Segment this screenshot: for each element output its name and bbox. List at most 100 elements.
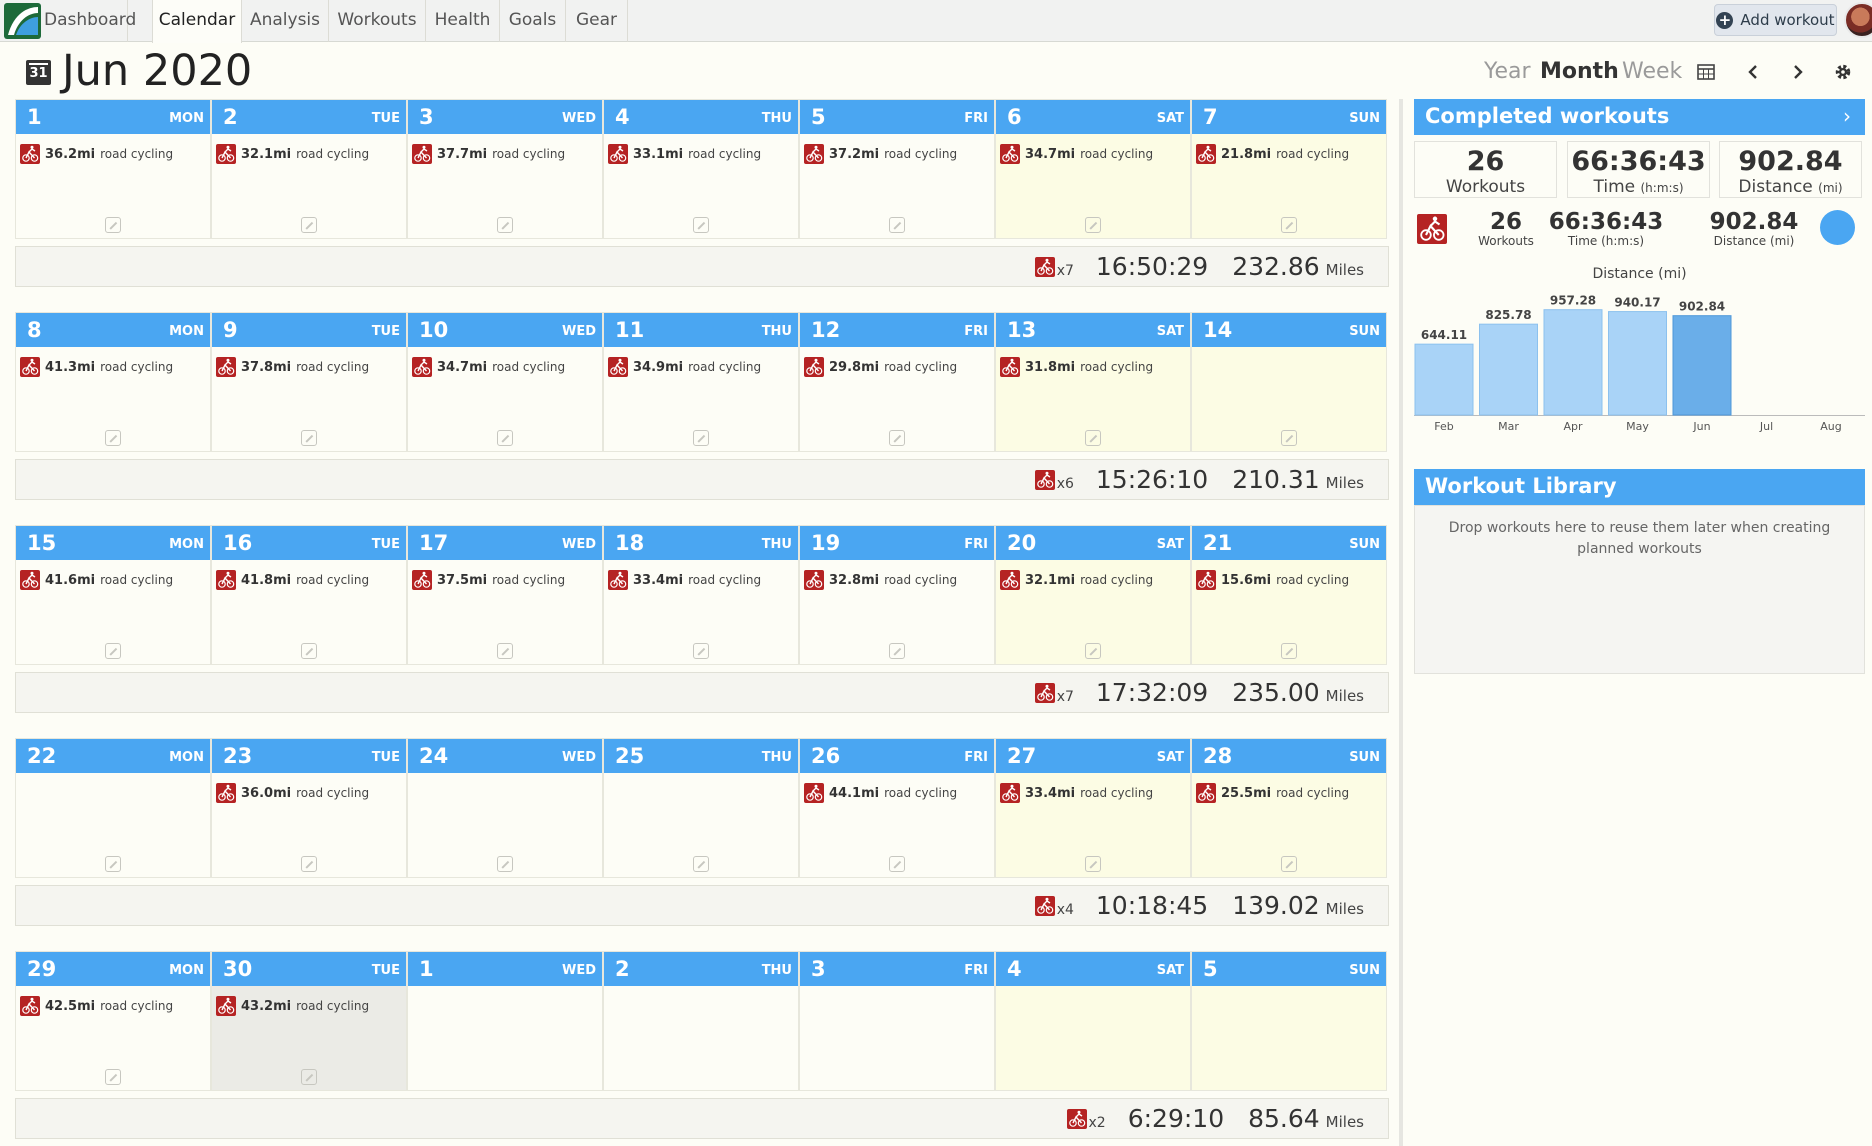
settings-button[interactable] — [1829, 58, 1857, 86]
day-number[interactable]: 10 — [419, 318, 448, 342]
day-cell[interactable]: 14 SUN — [1191, 312, 1387, 452]
day-number[interactable]: 16 — [223, 531, 252, 555]
day-cell[interactable]: 4 SAT — [995, 951, 1191, 1091]
add-workout-icon[interactable] — [105, 430, 121, 446]
add-workout-icon[interactable] — [301, 430, 317, 446]
day-cell[interactable]: 12 FRI 29.8mi road cycling — [799, 312, 995, 452]
day-number[interactable]: 2 — [223, 105, 238, 129]
day-number[interactable]: 20 — [1007, 531, 1036, 555]
tab-health[interactable]: Health — [426, 0, 500, 42]
day-cell[interactable]: 11 THU 34.9mi road cycling — [603, 312, 799, 452]
add-workout-button[interactable]: + Add workout — [1714, 4, 1837, 36]
day-cell[interactable]: 24 WED — [407, 738, 603, 878]
day-cell[interactable]: 1 WED — [407, 951, 603, 1091]
day-number[interactable]: 9 — [223, 318, 238, 342]
chart-bar[interactable] — [1672, 315, 1732, 416]
day-cell[interactable]: 26 FRI 44.1mi road cycling — [799, 738, 995, 878]
chart-bar[interactable] — [1543, 309, 1603, 416]
workout-entry[interactable]: 33.4mi road cycling — [608, 570, 761, 590]
workout-entry[interactable]: 37.2mi road cycling — [804, 144, 957, 164]
add-workout-icon[interactable] — [301, 856, 317, 872]
day-cell[interactable]: 2 THU — [603, 951, 799, 1091]
day-number[interactable]: 4 — [615, 105, 630, 129]
workout-entry[interactable]: 32.1mi road cycling — [1000, 570, 1153, 590]
panel-divider[interactable] — [1399, 99, 1403, 1146]
tab-analysis[interactable]: Analysis — [242, 0, 329, 42]
avatar[interactable] — [1844, 2, 1872, 38]
day-number[interactable]: 12 — [811, 318, 840, 342]
add-workout-icon[interactable] — [693, 643, 709, 659]
day-number[interactable]: 21 — [1203, 531, 1232, 555]
workout-entry[interactable]: 37.8mi road cycling — [216, 357, 369, 377]
workout-entry[interactable]: 21.8mi road cycling — [1196, 144, 1349, 164]
add-workout-icon[interactable] — [105, 643, 121, 659]
day-cell[interactable]: 28 SUN 25.5mi road cycling — [1191, 738, 1387, 878]
chart-bar[interactable] — [1479, 323, 1538, 416]
workout-entry[interactable]: 37.5mi road cycling — [412, 570, 565, 590]
day-number[interactable]: 15 — [27, 531, 56, 555]
workout-entry[interactable]: 34.9mi road cycling — [608, 357, 761, 377]
day-cell[interactable]: 10 WED 34.7mi road cycling — [407, 312, 603, 452]
workout-entry[interactable]: 41.8mi road cycling — [216, 570, 369, 590]
add-workout-icon[interactable] — [889, 643, 905, 659]
workout-entry[interactable]: 25.5mi road cycling — [1196, 783, 1349, 803]
next-month-button[interactable] — [1784, 58, 1812, 86]
workout-entry[interactable]: 29.8mi road cycling — [804, 357, 957, 377]
day-number[interactable]: 1 — [419, 957, 434, 981]
day-number[interactable]: 5 — [811, 105, 826, 129]
add-workout-icon[interactable] — [105, 217, 121, 233]
day-number[interactable]: 17 — [419, 531, 448, 555]
day-cell[interactable]: 8 MON 41.3mi road cycling — [15, 312, 211, 452]
tab-goals[interactable]: Goals — [500, 0, 566, 42]
day-cell[interactable]: 16 TUE 41.8mi road cycling — [211, 525, 407, 665]
workout-entry[interactable]: 34.7mi road cycling — [1000, 144, 1153, 164]
workout-entry[interactable]: 36.0mi road cycling — [216, 783, 369, 803]
day-cell[interactable]: 20 SAT 32.1mi road cycling — [995, 525, 1191, 665]
day-number[interactable]: 4 — [1007, 957, 1022, 981]
day-number[interactable]: 13 — [1007, 318, 1036, 342]
add-workout-icon[interactable] — [1281, 856, 1297, 872]
add-workout-icon[interactable] — [1281, 430, 1297, 446]
view-year[interactable]: Year — [1484, 59, 1531, 84]
add-workout-icon[interactable] — [693, 217, 709, 233]
day-number[interactable]: 5 — [1203, 957, 1218, 981]
workout-entry[interactable]: 33.1mi road cycling — [608, 144, 761, 164]
day-number[interactable]: 1 — [27, 105, 42, 129]
add-workout-icon[interactable] — [1281, 217, 1297, 233]
add-workout-icon[interactable] — [889, 430, 905, 446]
day-number[interactable]: 6 — [1007, 105, 1022, 129]
day-cell[interactable]: 17 WED 37.5mi road cycling — [407, 525, 603, 665]
day-cell[interactable]: 5 SUN — [1191, 951, 1387, 1091]
day-number[interactable]: 8 — [27, 318, 42, 342]
completed-workouts-header[interactable]: Completed workouts › — [1414, 99, 1865, 135]
day-number[interactable]: 26 — [811, 744, 840, 768]
tab-workouts[interactable]: Workouts — [329, 0, 426, 42]
add-workout-icon[interactable] — [497, 643, 513, 659]
day-cell[interactable]: 21 SUN 15.6mi road cycling — [1191, 525, 1387, 665]
add-workout-icon[interactable] — [889, 856, 905, 872]
day-number[interactable]: 7 — [1203, 105, 1218, 129]
day-number[interactable]: 3 — [419, 105, 434, 129]
add-workout-icon[interactable] — [1085, 217, 1101, 233]
day-number[interactable]: 30 — [223, 957, 252, 981]
add-workout-icon[interactable] — [1085, 856, 1101, 872]
workout-entry[interactable]: 43.2mi road cycling — [216, 996, 369, 1016]
workout-entry[interactable]: 32.8mi road cycling — [804, 570, 957, 590]
day-number[interactable]: 19 — [811, 531, 840, 555]
day-cell[interactable]: 7 SUN 21.8mi road cycling — [1191, 99, 1387, 239]
day-number[interactable]: 22 — [27, 744, 56, 768]
workout-entry[interactable]: 41.6mi road cycling — [20, 570, 173, 590]
add-workout-icon[interactable] — [1085, 643, 1101, 659]
day-number[interactable]: 28 — [1203, 744, 1232, 768]
chart-bar[interactable] — [1608, 311, 1667, 416]
add-workout-icon[interactable] — [301, 217, 317, 233]
add-workout-icon[interactable] — [497, 217, 513, 233]
date-picker-button[interactable] — [1692, 58, 1720, 86]
view-month[interactable]: Month — [1540, 59, 1619, 84]
day-number[interactable]: 27 — [1007, 744, 1036, 768]
day-cell[interactable]: 25 THU — [603, 738, 799, 878]
chart-bar[interactable] — [1414, 343, 1474, 416]
day-number[interactable]: 24 — [419, 744, 448, 768]
add-workout-icon[interactable] — [693, 430, 709, 446]
add-workout-icon[interactable] — [301, 1069, 317, 1085]
